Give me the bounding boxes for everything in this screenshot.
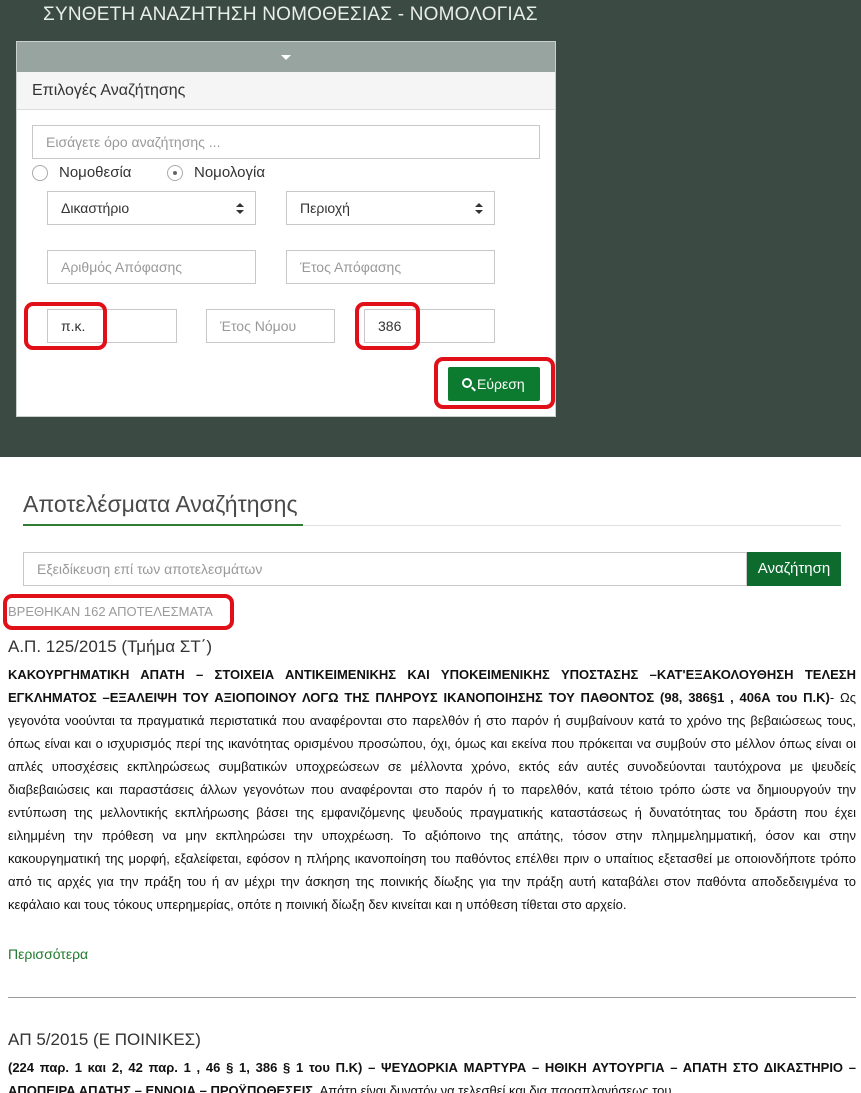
- search-query-input[interactable]: Εισάγετε όρο αναζήτησης ...: [32, 125, 540, 159]
- result-summary-2: (224 παρ. 1 και 2, 42 παρ. 1 , 46 § 1, 3…: [8, 1056, 856, 1093]
- panel-heading: Επιλογές Αναζήτησης: [17, 72, 555, 110]
- caret-down-icon: [281, 55, 291, 60]
- area-select-value: Περιοχή: [300, 200, 350, 216]
- highlight-law-code: [24, 302, 107, 350]
- court-select-value: Δικαστήριο: [61, 200, 130, 216]
- page-title: ΣΥΝΘΕΤΗ ΑΝΑΖΗΤΗΣΗ ΝΟΜΟΘΕΣΙΑΣ - ΝΟΜΟΛΟΓΙΑ…: [43, 4, 538, 25]
- court-select[interactable]: Δικαστήριο: [47, 191, 256, 225]
- select-arrows-icon: [475, 203, 483, 215]
- result-summary-bold-1: ΚΑΚΟΥΡΓΗΜΑΤΙΚΗ ΑΠΑΤΗ – ΣΤΟΙΧΕΙΑ ΑΝΤΙΚΕΙΜ…: [8, 667, 856, 705]
- decision-year-input[interactable]: Έτος Απόφασης: [286, 250, 495, 284]
- search-hero: ΣΥΝΘΕΤΗ ΑΝΑΖΗΤΗΣΗ ΝΟΜΟΘΕΣΙΑΣ - ΝΟΜΟΛΟΓΙΑ…: [0, 0, 861, 457]
- result-separator: [8, 997, 856, 998]
- radio-legislation[interactable]: [32, 165, 48, 181]
- radio-case-law-label[interactable]: Νομολογία: [194, 164, 265, 181]
- results-divider-accent: [23, 524, 303, 526]
- radio-legislation-label[interactable]: Νομοθεσία: [59, 164, 131, 181]
- result-summary-1: ΚΑΚΟΥΡΓΗΜΑΤΙΚΗ ΑΠΑΤΗ – ΣΤΟΙΧΕΙΑ ΑΝΤΙΚΕΙΜ…: [8, 663, 856, 916]
- select-arrows-icon: [236, 203, 244, 215]
- highlight-article: [355, 302, 420, 350]
- result-summary-text-1: - Ως γεγονότα νοούνται τα πραγματικά περ…: [8, 690, 856, 912]
- results-heading: Αποτελέσματα Αναζήτησης: [23, 491, 298, 517]
- result-title-1[interactable]: Α.Π. 125/2015 (Τμήμα ΣΤ΄): [8, 637, 212, 657]
- radio-case-law[interactable]: [167, 165, 183, 181]
- refine-search-input[interactable]: Εξειδίκευση επί των αποτελεσμάτων: [23, 552, 747, 586]
- refine-search-button[interactable]: Αναζήτηση: [747, 552, 841, 586]
- panel-heading-text: Επιλογές Αναζήτησης: [32, 82, 186, 99]
- result-summary-text-2: . Απάτη είναι δυνατόν να τελεσθεί και δι…: [313, 1083, 672, 1093]
- panel-collapse-toggle[interactable]: [17, 42, 555, 72]
- more-link[interactable]: Περισσότερα: [8, 946, 88, 962]
- highlight-find-button: [434, 357, 555, 409]
- area-select[interactable]: Περιοχή: [286, 191, 495, 225]
- result-count: ΒΡΕΘΗΚΑΝ 162 ΑΠΟΤΕΛΕΣΜΑΤΑ: [8, 604, 213, 619]
- decision-number-input[interactable]: Αριθμός Απόφασης: [47, 250, 256, 284]
- result-title-2[interactable]: ΑΠ 5/2015 (Ε ΠΟΙΝΙΚΕΣ): [8, 1030, 201, 1050]
- law-year-input[interactable]: Έτος Νόμου: [206, 309, 335, 343]
